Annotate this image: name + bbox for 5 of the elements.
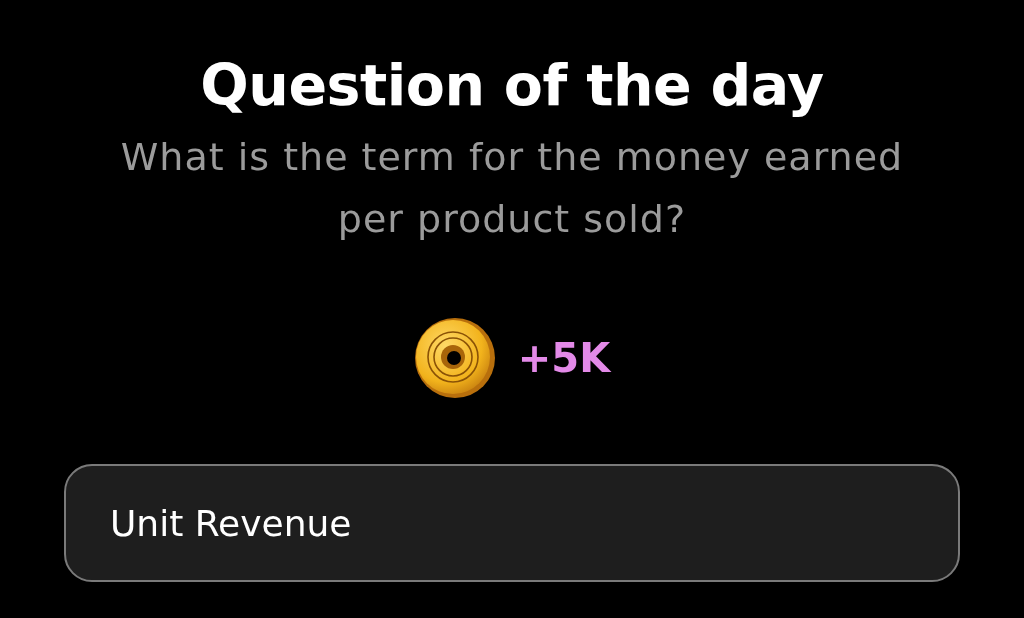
question-text: What is the term for the money earned per product sold? xyxy=(119,134,905,243)
quiz-title: Question of the day xyxy=(200,51,824,120)
coin-icon xyxy=(413,317,496,399)
answer-field[interactable]: Unit Revenue xyxy=(64,464,960,582)
reward-amount: +5K xyxy=(517,334,611,383)
